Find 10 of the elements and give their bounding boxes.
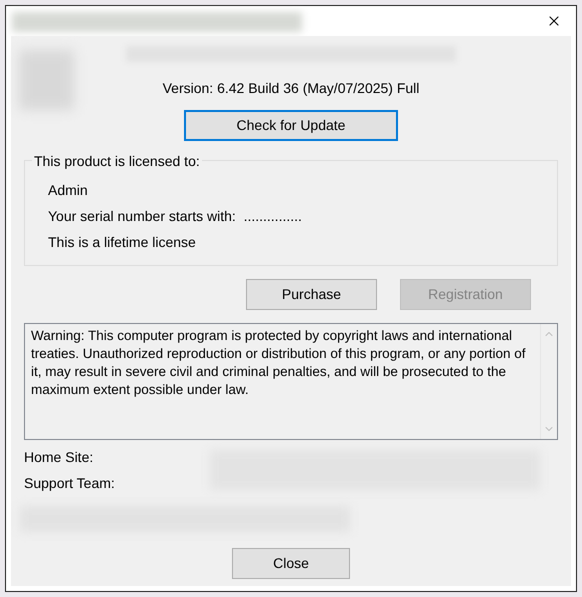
- link-label: Home Site:: [24, 448, 94, 466]
- license-text: Your serial number starts with: ...............: [48, 207, 303, 225]
- version-text: Version: 6.42 Build 36 (May/07/2025) Full: [162, 79, 420, 98]
- link-label: Support Team:: [24, 474, 116, 492]
- action-button[interactable]: Purchase: [246, 279, 377, 310]
- warning-text: Warning: This computer program is protected by copyright laws and international treaties. Unauthorized reproduction or distribution of this program, or any portion of it, may result in severe civil and criminal penalties, and will be prosecuted to the maximum extent possible under law.: [30, 327, 527, 399]
- close-button[interactable]: Close: [232, 548, 350, 579]
- license-text: This is a lifetime license: [48, 233, 197, 251]
- license-text: Admin: [48, 181, 89, 199]
- check-update-button[interactable]: Check for Update: [184, 110, 398, 141]
